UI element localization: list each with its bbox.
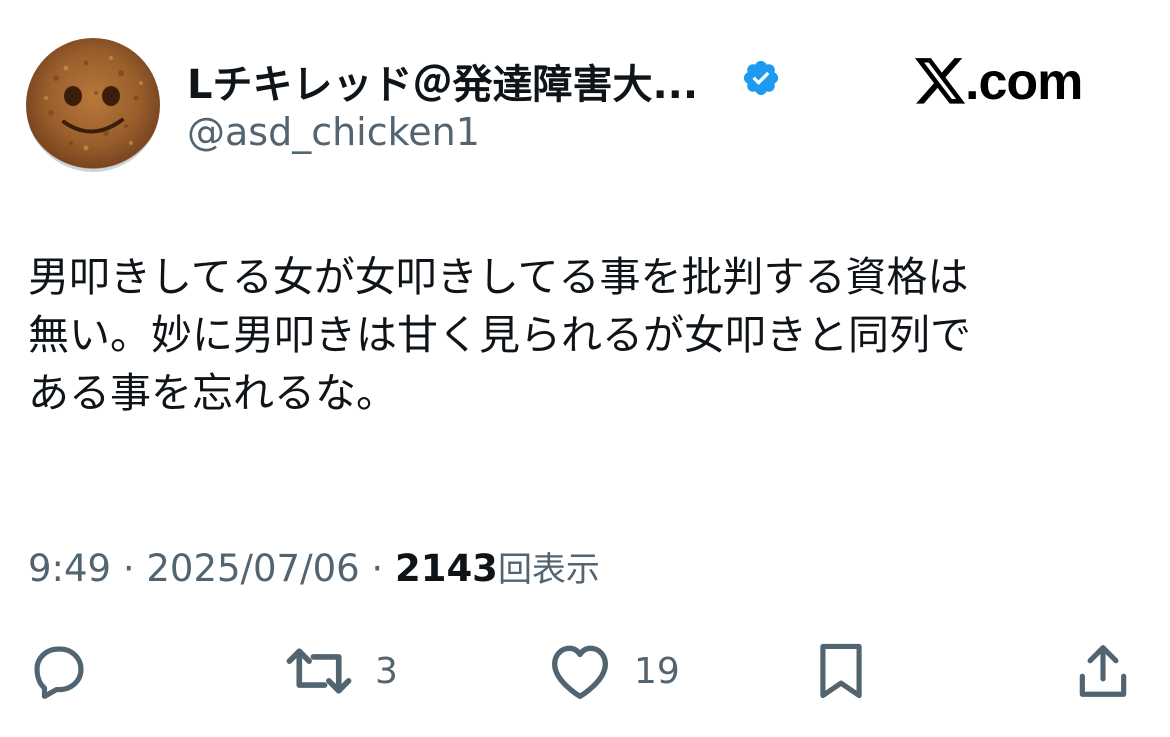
tweet-text-line: ある事を忘れるな。	[28, 369, 397, 417]
bookmark-button[interactable]	[812, 640, 870, 702]
action-bar: 3 19	[0, 630, 1170, 710]
views-count: 2143	[394, 547, 498, 590]
retweet-icon	[286, 648, 352, 694]
heart-icon	[552, 645, 608, 699]
bookmark-icon	[820, 643, 862, 699]
verified-badge-icon	[743, 60, 779, 96]
x-logo: .com	[915, 52, 1083, 112]
reply-icon	[34, 646, 84, 699]
share-button[interactable]	[1072, 640, 1134, 702]
x-logo-text: .com	[965, 53, 1083, 111]
user-handle[interactable]: @asd_chicken1	[187, 110, 480, 154]
avatar[interactable]	[26, 38, 160, 172]
retweet-button[interactable]: 3	[285, 640, 398, 702]
tweet-metadata: 9:49 · 2025/07/06 · 2143回表示	[28, 542, 600, 591]
tweet-text-line: 無い。妙に男叩きは甘く見られるが女叩きと同列で	[28, 311, 971, 359]
tweet-text-line: 男叩きしてる女が女叩きしてる事を批判する資格は	[28, 253, 969, 301]
tweet-text: 男叩きしてる女が女叩きしてる事を批判する資格は 無い。妙に男叩きは甘く見られるが…	[28, 248, 1148, 422]
x-brand-icon	[915, 58, 966, 104]
meta-separator: ·	[359, 547, 395, 590]
meta-separator: ·	[111, 547, 147, 590]
avatar-image	[44, 56, 143, 151]
retweet-count: 3	[375, 650, 398, 692]
reply-button[interactable]	[28, 640, 90, 702]
like-button[interactable]: 19	[548, 640, 680, 702]
like-count: 19	[634, 650, 680, 692]
tweet-date[interactable]: 2025/07/06	[146, 547, 359, 590]
display-name[interactable]: Lチキレッド＠発達障害大...	[187, 52, 698, 110]
tweet-time[interactable]: 9:49	[28, 547, 111, 590]
views-label: 回表示	[497, 550, 600, 590]
share-icon	[1079, 645, 1127, 697]
